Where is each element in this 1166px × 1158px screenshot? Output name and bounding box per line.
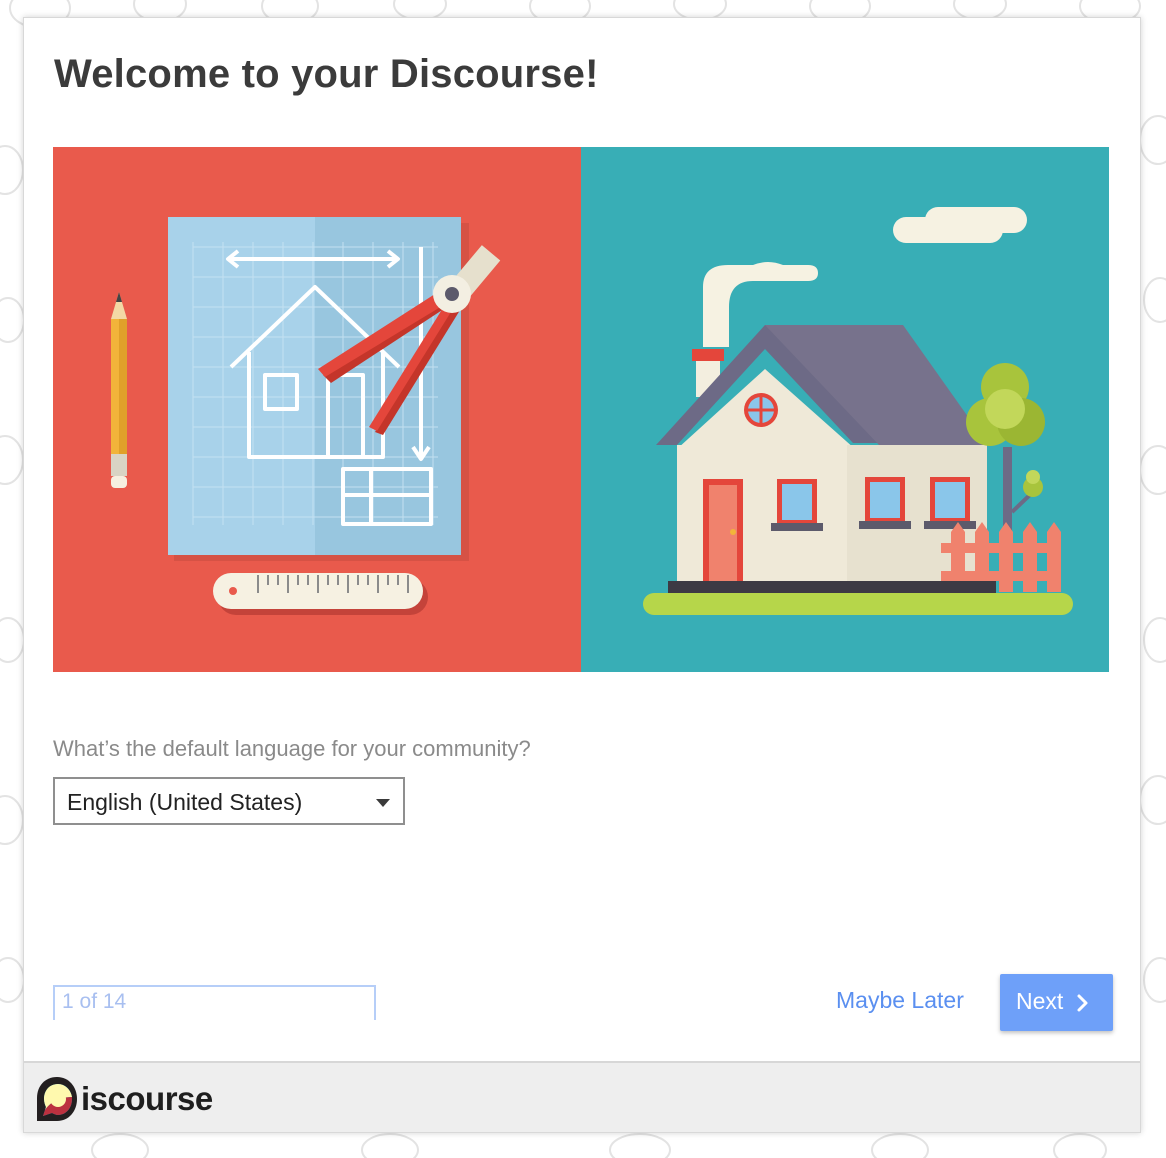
hero-illustration [53,147,1109,672]
next-button-label: Next [1016,988,1064,1014]
chevron-right-icon [1077,994,1088,1012]
grass [643,593,1073,615]
ruler-drawing [213,573,428,615]
language-select[interactable]: English (United States) [53,777,405,825]
language-question-label: What’s the default language for your com… [53,736,531,761]
step-progress-indicator: 1 of 14 [53,985,376,1020]
pencil-drawing [111,292,127,488]
language-select-value: English (United States) [67,789,303,815]
wizard-footer: iscourse [24,1061,1140,1132]
blueprint-drawing [168,217,469,561]
next-button[interactable]: Next [1000,974,1113,1031]
step-progress-text: 1 of 14 [62,990,127,1013]
wizard-card: Welcome to your Discourse! What’s the de… [23,17,1141,1133]
dropdown-caret-icon [376,799,390,807]
maybe-later-link[interactable]: Maybe Later [836,987,964,1014]
logo-wordmark: iscourse [81,1080,213,1117]
ground-shadow [668,581,996,593]
discourse-logo: iscourse [35,1073,215,1123]
page-title: Welcome to your Discourse! [54,52,599,96]
discourse-logo-icon [37,1077,77,1121]
